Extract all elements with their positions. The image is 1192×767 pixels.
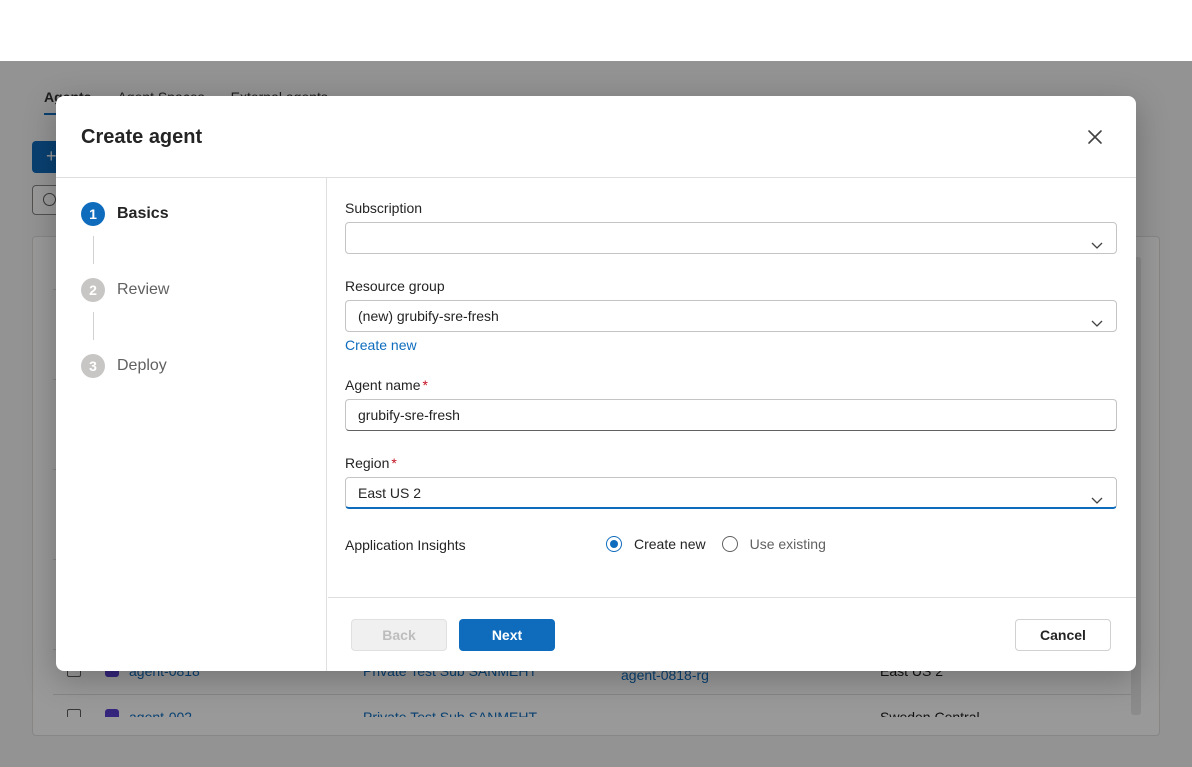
subscription-dropdown[interactable] (345, 222, 1117, 254)
resource-group-label: Resource group (345, 278, 445, 294)
step-label: Deploy (117, 357, 167, 374)
step-review[interactable]: 2 Review (81, 278, 169, 302)
step-label: Basics (117, 205, 169, 222)
subscription-label: Subscription (345, 200, 423, 216)
radio-label: Use existing (749, 536, 826, 552)
chevron-down-icon (1090, 310, 1104, 327)
cancel-button[interactable]: Cancel (1015, 619, 1111, 651)
back-button[interactable]: Back (351, 619, 447, 651)
chevron-down-icon (1090, 487, 1104, 504)
radio-button[interactable] (721, 536, 738, 552)
chevron-down-icon (1090, 232, 1104, 249)
app-insights-label: Application Insights (345, 537, 466, 553)
dialog-header: Create agent (56, 96, 1136, 178)
resource-group-value: (new) grubify-sre-fresh (358, 308, 499, 324)
step-label: Review (117, 281, 170, 298)
region-dropdown[interactable]: East US 2 (345, 477, 1117, 509)
region-label: Region * (345, 455, 397, 471)
close-button[interactable] (1083, 125, 1107, 149)
required-marker: * (422, 377, 428, 393)
step-connector (93, 236, 94, 264)
app-insights-radio-group: Create new Use existing (606, 536, 826, 552)
step-basics[interactable]: 1 Basics (81, 202, 169, 226)
wizard-steps: 1 Basics 2 Review 3 Deploy (56, 178, 327, 671)
radio-use-existing[interactable]: Use existing (721, 536, 826, 552)
create-agent-dialog: Create agent 1 Basics 2 Review 3 Deploy … (56, 96, 1136, 671)
close-icon (1088, 130, 1102, 144)
create-new-resource-group-link[interactable]: Create new (345, 337, 417, 353)
required-marker: * (391, 455, 397, 471)
dialog-title: Create agent (81, 126, 203, 148)
next-button[interactable]: Next (459, 619, 555, 651)
resource-group-dropdown[interactable]: (new) grubify-sre-fresh (345, 300, 1117, 332)
step-deploy[interactable]: 3 Deploy (81, 354, 167, 378)
step-number: 2 (81, 278, 105, 302)
step-number: 3 (81, 354, 105, 378)
dialog-footer: Back Next Cancel (328, 597, 1136, 671)
agent-name-input[interactable]: grubify-sre-fresh (345, 399, 1117, 431)
region-label-text: Region (345, 455, 390, 471)
radio-button-checked[interactable] (606, 536, 622, 552)
basics-form: Subscription Resource group (new) grubif… (328, 178, 1136, 598)
step-connector (93, 312, 94, 340)
agent-name-label-text: Agent name (345, 377, 421, 393)
agent-name-label: Agent name * (345, 377, 428, 393)
step-number: 1 (81, 202, 105, 226)
region-value: East US 2 (358, 485, 422, 501)
radio-label: Create new (634, 536, 706, 552)
radio-create-new[interactable]: Create new (606, 536, 706, 552)
